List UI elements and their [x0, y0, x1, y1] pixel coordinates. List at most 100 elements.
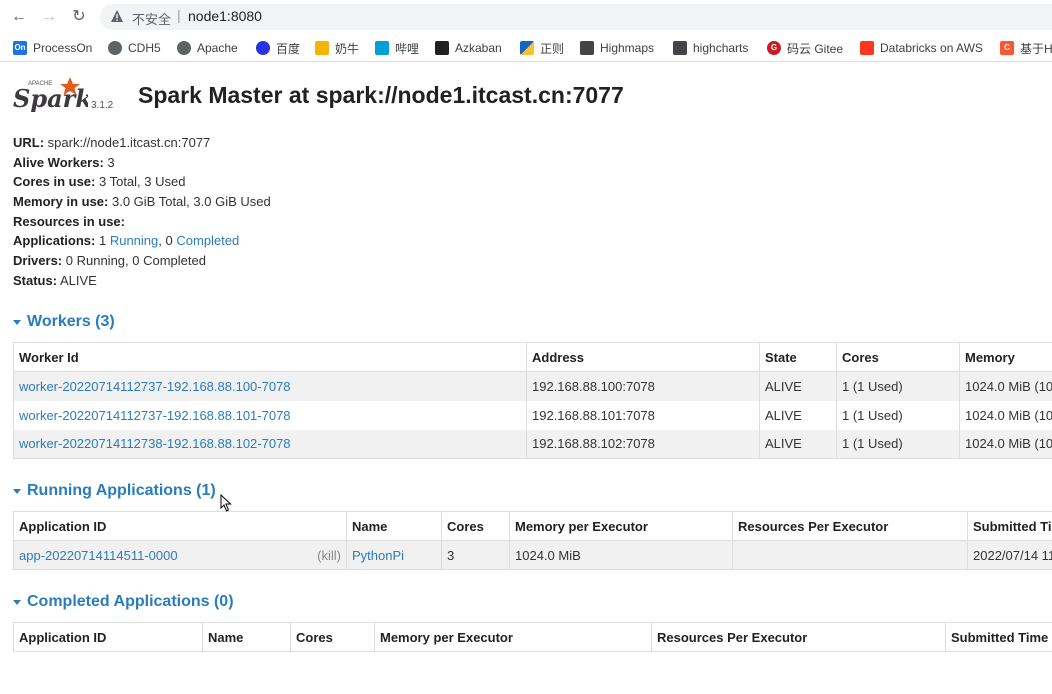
bookmark-label: ProcessOn [33, 41, 93, 55]
worker-link[interactable]: worker-20220714112738-192.168.88.102-707… [19, 436, 291, 451]
app-cores: 3 [441, 540, 510, 570]
col-cores[interactable]: Cores [836, 342, 960, 372]
col-address[interactable]: Address [526, 342, 760, 372]
workers-heading[interactable]: Workers (3) [13, 313, 115, 331]
globe-icon [108, 41, 122, 55]
col-application-id[interactable]: Application ID [13, 622, 203, 652]
worker-memory: 1024.0 MiB (10 [959, 429, 1052, 459]
table-row: worker-20220714112737-192.168.88.100-707… [13, 371, 1052, 401]
col-resources-per-executor[interactable]: Resources Per Executor [732, 511, 968, 541]
summary-applications: Applications: 1 Running, 0 Completed [13, 233, 240, 249]
app-name-link[interactable]: PythonPi [352, 548, 404, 563]
worker-address: 192.168.88.102:7078 [526, 429, 760, 459]
worker-state: ALIVE [759, 429, 837, 459]
reload-icon[interactable]: ↻ [69, 7, 89, 27]
col-submitted-time[interactable]: Submitted Tir [967, 511, 1052, 541]
processon-icon: On [13, 41, 27, 55]
caret-down-icon [13, 488, 21, 494]
summary-url: URL: spark://node1.itcast.cn:7077 [13, 135, 211, 150]
bookmark-label: Highmaps [600, 41, 655, 55]
back-icon[interactable]: ← [9, 7, 29, 27]
col-memory-per-executor[interactable]: Memory per Executor [509, 511, 733, 541]
bookmark-databricks[interactable]: Databricks on AWS [860, 40, 983, 56]
bookmark-highmaps[interactable]: Highmaps [580, 40, 654, 56]
col-memory[interactable]: Memory [959, 342, 1052, 372]
kill-link[interactable]: (kill) [317, 548, 341, 563]
table-row: app-20220714114511-0000 (kill) PythonPi 3… [13, 540, 1052, 570]
col-state[interactable]: State [759, 342, 837, 372]
bookmark-gitee[interactable]: G 码云 Gitee [767, 40, 843, 56]
forward-icon[interactable]: → [39, 7, 59, 27]
bookmark-label: 基于H [1020, 41, 1052, 56]
bookmark-azkaban[interactable]: Azkaban [435, 40, 502, 56]
spark-master-page: APACHE Spark 3.1.2 Spark Master at spark… [0, 63, 1052, 694]
logo-text: Spark [13, 84, 88, 113]
bookmark-baidu[interactable]: 百度 [256, 40, 300, 56]
col-name[interactable]: Name [202, 622, 291, 652]
bookmark-label: 码云 Gitee [787, 41, 844, 56]
col-cores[interactable]: Cores [441, 511, 510, 541]
table-header-row: Worker Id Address State Cores Memory [13, 342, 1052, 372]
summary-memory: Memory in use: 3.0 GiB Total, 3.0 GiB Us… [13, 194, 271, 210]
bookmark-label: 哔哩 [395, 41, 420, 56]
regex-icon [520, 41, 534, 55]
address-bar[interactable]: 不安全 | node1:8080 [100, 4, 1052, 30]
col-application-id[interactable]: Application ID [13, 511, 347, 541]
worker-cores: 1 (1 Used) [836, 371, 960, 401]
summary-cores: Cores in use: 3 Total, 3 Used [13, 174, 186, 190]
running-apps-heading[interactable]: Running Applications (1) [13, 482, 216, 500]
bookmark-processon[interactable]: On ProcessOn [13, 40, 92, 56]
worker-state: ALIVE [759, 371, 837, 401]
page-title: Spark Master at spark://node1.itcast.cn:… [138, 82, 624, 108]
bookmark-cow[interactable]: 奶牛 [315, 40, 359, 56]
summary-alive-workers: Alive Workers: 3 [13, 154, 115, 170]
highcharts-icon [673, 41, 687, 55]
globe-icon [177, 41, 191, 55]
worker-memory: 1024.0 MiB (10 [959, 371, 1052, 401]
running-apps-link[interactable]: Running [110, 233, 158, 248]
completed-apps-link[interactable]: Completed [176, 233, 239, 248]
col-submitted-time[interactable]: Submitted Time [945, 622, 1052, 652]
bookmark-label: Azkaban [455, 41, 502, 55]
col-cores[interactable]: Cores [290, 622, 375, 652]
bilibili-icon [375, 41, 389, 55]
app-memory: 1024.0 MiB [509, 540, 733, 570]
worker-link[interactable]: worker-20220714112737-192.168.88.101-707… [19, 408, 291, 423]
mouse-cursor-icon [220, 494, 232, 512]
bookmark-cdh5[interactable]: CDH5 [108, 40, 161, 56]
worker-cores: 1 (1 Used) [836, 429, 960, 459]
summary-resources: Resources in use: [13, 213, 125, 229]
worker-link[interactable]: worker-20220714112737-192.168.88.100-707… [19, 379, 291, 394]
bookmark-label: 奶牛 [335, 41, 360, 56]
bookmark-highcharts[interactable]: highcharts [673, 40, 748, 56]
url-text[interactable]: node1:8080 [188, 8, 262, 24]
col-memory-per-executor[interactable]: Memory per Executor [374, 622, 652, 652]
table-header-row: Application ID Name Cores Memory per Exe… [13, 622, 1052, 652]
bookmarks-bar: On ProcessOn CDH5 Apache 百度 奶牛 哔哩 Azkaban… [0, 34, 1052, 62]
app-link[interactable]: app-20220714114511-0000 [19, 548, 178, 563]
bookmark-bilibili[interactable]: 哔哩 [375, 40, 419, 56]
bookmark-csdn[interactable]: C 基于H [1000, 40, 1052, 56]
bookmark-label: 正则 [540, 41, 565, 56]
col-worker-id[interactable]: Worker Id [13, 342, 527, 372]
workers-table: Worker Id Address State Cores Memory wor… [13, 342, 1052, 459]
address-separator: | [177, 7, 181, 23]
caret-down-icon [13, 319, 21, 325]
csdn-icon: C [1000, 41, 1014, 55]
insecure-label: 不安全 [132, 12, 172, 27]
col-resources-per-executor[interactable]: Resources Per Executor [651, 622, 946, 652]
spark-logo[interactable]: APACHE Spark [12, 75, 88, 115]
table-header-row: Application ID Name Cores Memory per Exe… [13, 511, 1052, 541]
completed-apps-heading[interactable]: Completed Applications (0) [13, 593, 234, 611]
gitee-icon: G [767, 41, 781, 55]
col-name[interactable]: Name [346, 511, 442, 541]
bookmark-apache[interactable]: Apache [177, 40, 238, 56]
bookmark-label: Databricks on AWS [880, 41, 983, 55]
running-apps-table: Application ID Name Cores Memory per Exe… [13, 511, 1052, 570]
bookmark-label: Apache [197, 41, 238, 55]
app-resources [732, 540, 968, 570]
bookmark-regex[interactable]: 正则 [520, 40, 564, 56]
azkaban-icon [435, 41, 449, 55]
caret-down-icon [13, 599, 21, 605]
warning-icon[interactable] [110, 9, 124, 23]
